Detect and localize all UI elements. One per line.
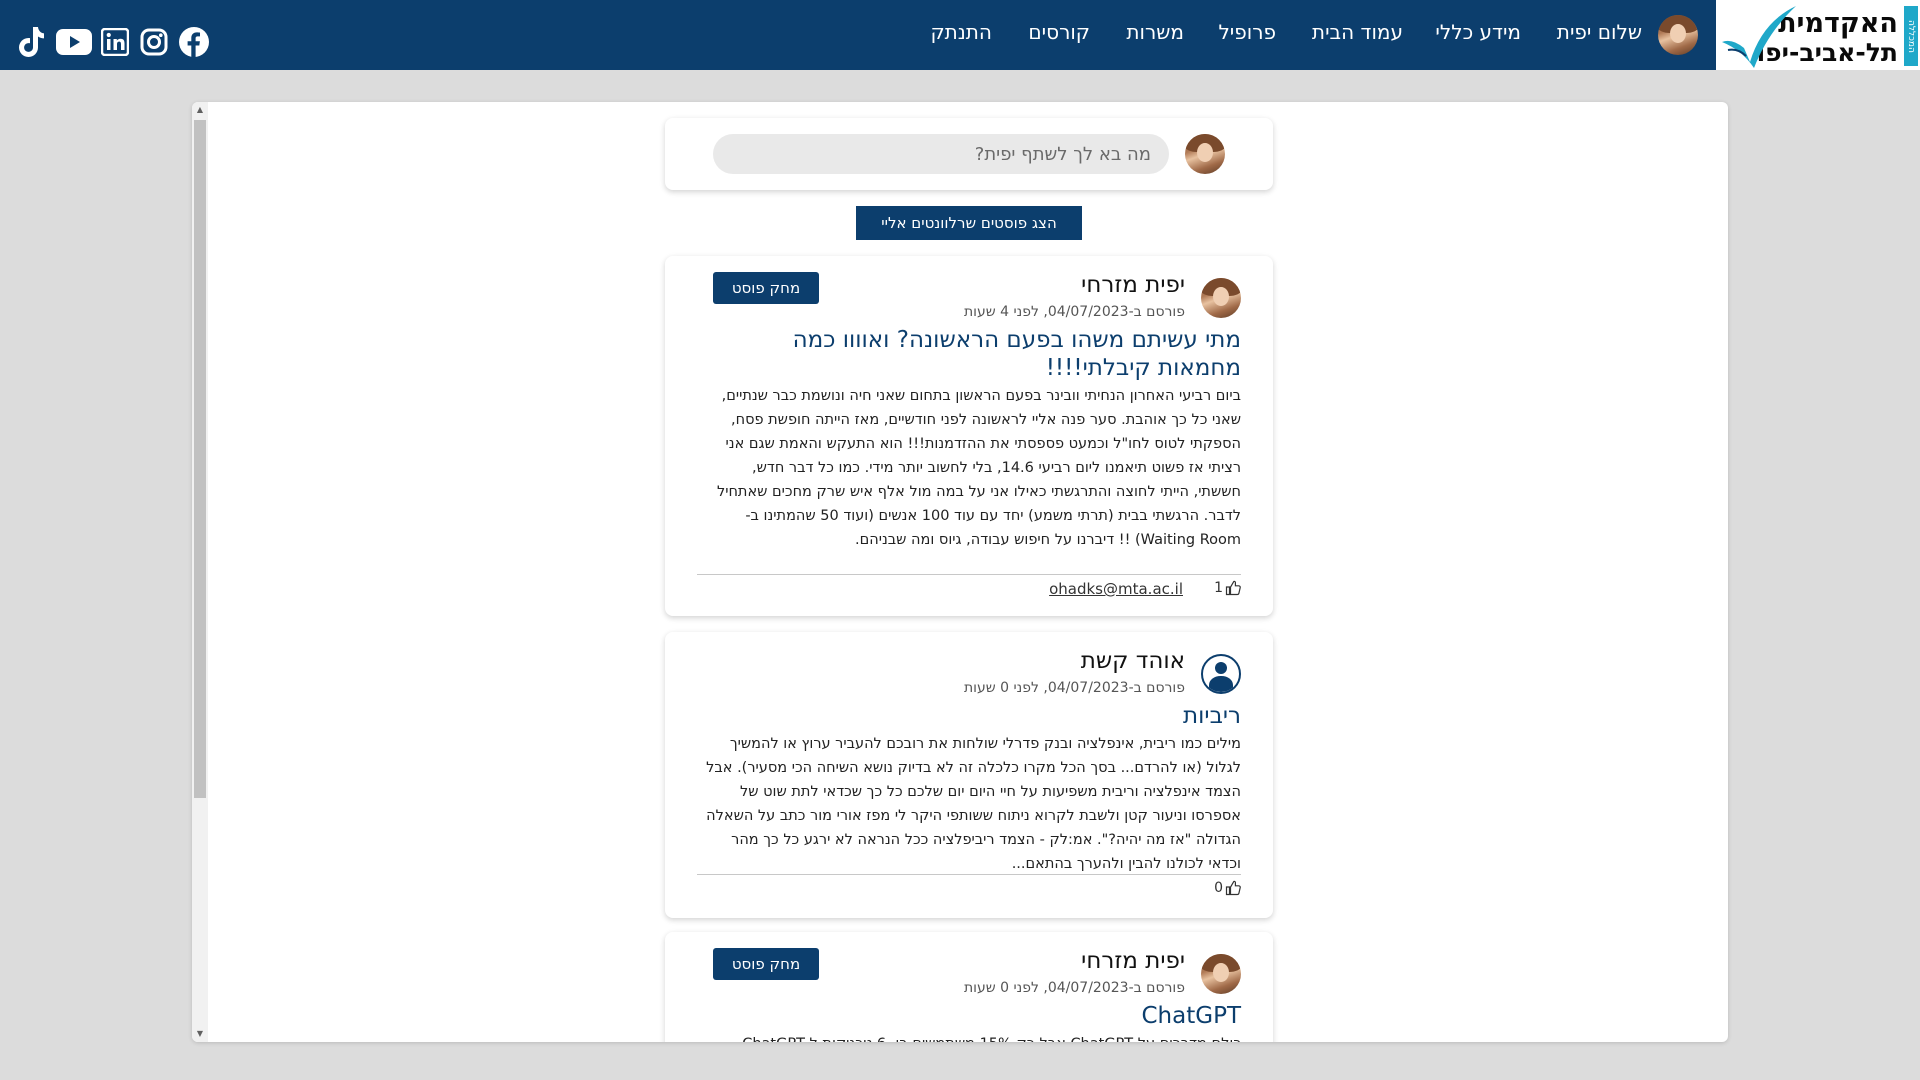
facebook-icon[interactable]: [178, 26, 210, 58]
author-avatar[interactable]: [1201, 954, 1241, 994]
user-avatar[interactable]: [1658, 15, 1698, 55]
like-counter[interactable]: 1: [1214, 580, 1241, 596]
logo-swoosh-icon: [1722, 6, 1796, 68]
post-title: ChatGPT: [1141, 1003, 1242, 1029]
post-body: ביום רביעי האחרון הנחיתי וובינר בפעם הרא…: [716, 388, 1241, 548]
scroll-up-arrow[interactable]: ▲: [192, 102, 208, 118]
thumbs-up-icon[interactable]: [1225, 580, 1241, 596]
nav-general-info[interactable]: מידע כללי: [1435, 20, 1521, 44]
author-avatar[interactable]: [1201, 278, 1241, 318]
show-relevant-posts-button[interactable]: הצג פוסטים שרלוונטים אליי: [856, 206, 1082, 240]
author-avatar[interactable]: [1201, 654, 1241, 694]
post-author[interactable]: יפית מזרחי: [1081, 272, 1185, 298]
thumbs-up-icon[interactable]: [1225, 880, 1241, 896]
post-divider: [697, 574, 1241, 575]
linkedin-icon[interactable]: [99, 26, 131, 58]
nav-profile[interactable]: פרופיל: [1218, 20, 1276, 44]
youtube-icon[interactable]: [55, 26, 93, 58]
post-author[interactable]: אוהד קשת: [1081, 648, 1185, 674]
post-author[interactable]: יפית מזרחי: [1081, 948, 1185, 974]
post-timestamp: פורסם ב-04/07/2023, לפני 0 שעות: [963, 980, 1185, 996]
nav-greeting: שלום יפית: [1556, 20, 1642, 44]
scroll-down-arrow[interactable]: ▼: [192, 1026, 208, 1042]
post-timestamp: פורסם ב-04/07/2023, לפני 4 שעות: [963, 304, 1185, 320]
like-counter[interactable]: 0: [1214, 880, 1241, 896]
college-logo[interactable]: המכללה האקדמית תל-אביב-יפו: [1716, 0, 1920, 70]
nav-jobs[interactable]: משרות: [1126, 20, 1184, 44]
post-card: אוהד קשת פורסם ב-04/07/2023, לפני 0 שעות…: [665, 632, 1273, 918]
post-title: ריביות: [1183, 703, 1241, 729]
tiktok-icon[interactable]: [16, 26, 48, 58]
author-email-link[interactable]: ohadks@mta.ac.il: [1049, 580, 1183, 598]
post-divider: [697, 874, 1241, 875]
feed-scrollbar[interactable]: ▲ ▼: [192, 102, 208, 1042]
composer-avatar: [1185, 134, 1225, 174]
logo-strip-text: המכללה: [1904, 6, 1918, 66]
post-timestamp: פורסם ב-04/07/2023, לפני 0 שעות: [963, 680, 1185, 696]
post-body: כולם מדברים על ChatGPT אבל רק 15% משתמשי…: [701, 1032, 1241, 1042]
nav-home[interactable]: עמוד הבית: [1312, 20, 1403, 44]
delete-post-button[interactable]: מחק פוסט: [713, 948, 819, 980]
post-body: מילים כמו ריבית, אינפלציה ובנק פדרלי שול…: [706, 736, 1241, 872]
post-card: יפית מזרחי פורסם ב-04/07/2023, לפני 0 שע…: [665, 932, 1273, 1042]
feed-panel: ▲ ▼ הצג פוסטים שרלוונטים אליי יפית מזרחי…: [192, 102, 1728, 1042]
like-count: 0: [1214, 880, 1223, 896]
like-count: 1: [1214, 580, 1223, 596]
share-post-input[interactable]: [713, 134, 1169, 174]
scrollbar-thumb[interactable]: [194, 120, 206, 798]
post-card: יפית מזרחי פורסם ב-04/07/2023, לפני 4 שע…: [665, 256, 1273, 616]
post-title: מתי עשיתם משהו בפעם הראשונה? ואוווו כמה …: [792, 327, 1241, 381]
instagram-icon[interactable]: [138, 26, 170, 58]
top-navbar: המכללה האקדמית תל-אביב-יפו שלום יפית מיד…: [0, 0, 1920, 70]
nav-logout[interactable]: התנתק: [930, 20, 992, 44]
delete-post-button[interactable]: מחק פוסט: [713, 272, 819, 304]
nav-courses[interactable]: קורסים: [1028, 20, 1090, 44]
post-composer: [665, 118, 1273, 190]
